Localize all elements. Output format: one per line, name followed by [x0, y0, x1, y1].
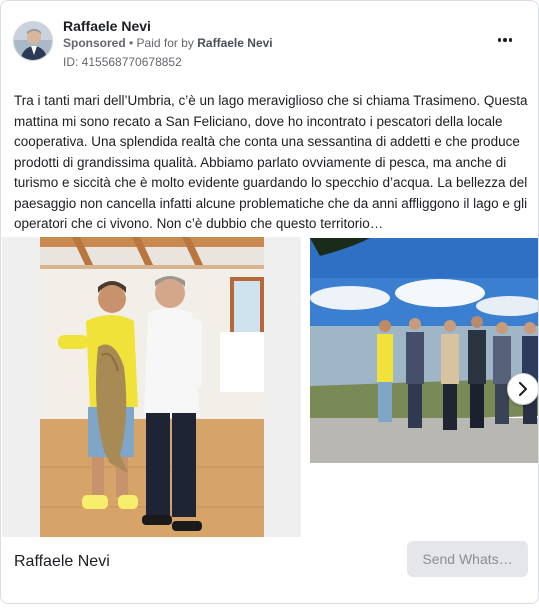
more-options-button[interactable]: [494, 32, 516, 48]
paid-for-name: Raffaele Nevi: [197, 36, 273, 50]
ad-card: Raffaele Nevi Sponsored • Paid for by Ra…: [0, 0, 539, 604]
photo-group-at-lake: [310, 238, 538, 463]
more-dot: [508, 38, 513, 42]
send-whatsapp-button[interactable]: Send Whats…: [407, 541, 528, 577]
post-header: Raffaele Nevi Sponsored • Paid for by Ra…: [13, 18, 526, 74]
post-body: Tra i tanti mari dell’Umbria, c’è un lag…: [14, 93, 528, 231]
avatar[interactable]: [13, 21, 53, 61]
ad-id: ID: 415568770678852: [63, 55, 182, 69]
more-dot: [503, 38, 507, 42]
paid-for-prefix: Paid for by: [136, 36, 198, 50]
carousel-slide-2[interactable]: [310, 238, 538, 463]
carousel-next-button[interactable]: [507, 373, 538, 405]
separator: •: [125, 36, 137, 50]
image-carousel: [1, 237, 538, 537]
chevron-right-icon: [519, 382, 527, 396]
footer-page-name: Raffaele Nevi: [14, 553, 110, 570]
sponsor-line: Sponsored • Paid for by Raffaele Nevi: [63, 36, 273, 50]
photo-two-men-with-fish: [40, 237, 264, 537]
sponsored-label: Sponsored: [63, 36, 126, 50]
carousel-slide-1[interactable]: [2, 237, 301, 537]
author-name[interactable]: Raffaele Nevi: [63, 18, 151, 34]
avatar-image: [14, 22, 52, 60]
more-horizontal-icon: [497, 38, 502, 42]
